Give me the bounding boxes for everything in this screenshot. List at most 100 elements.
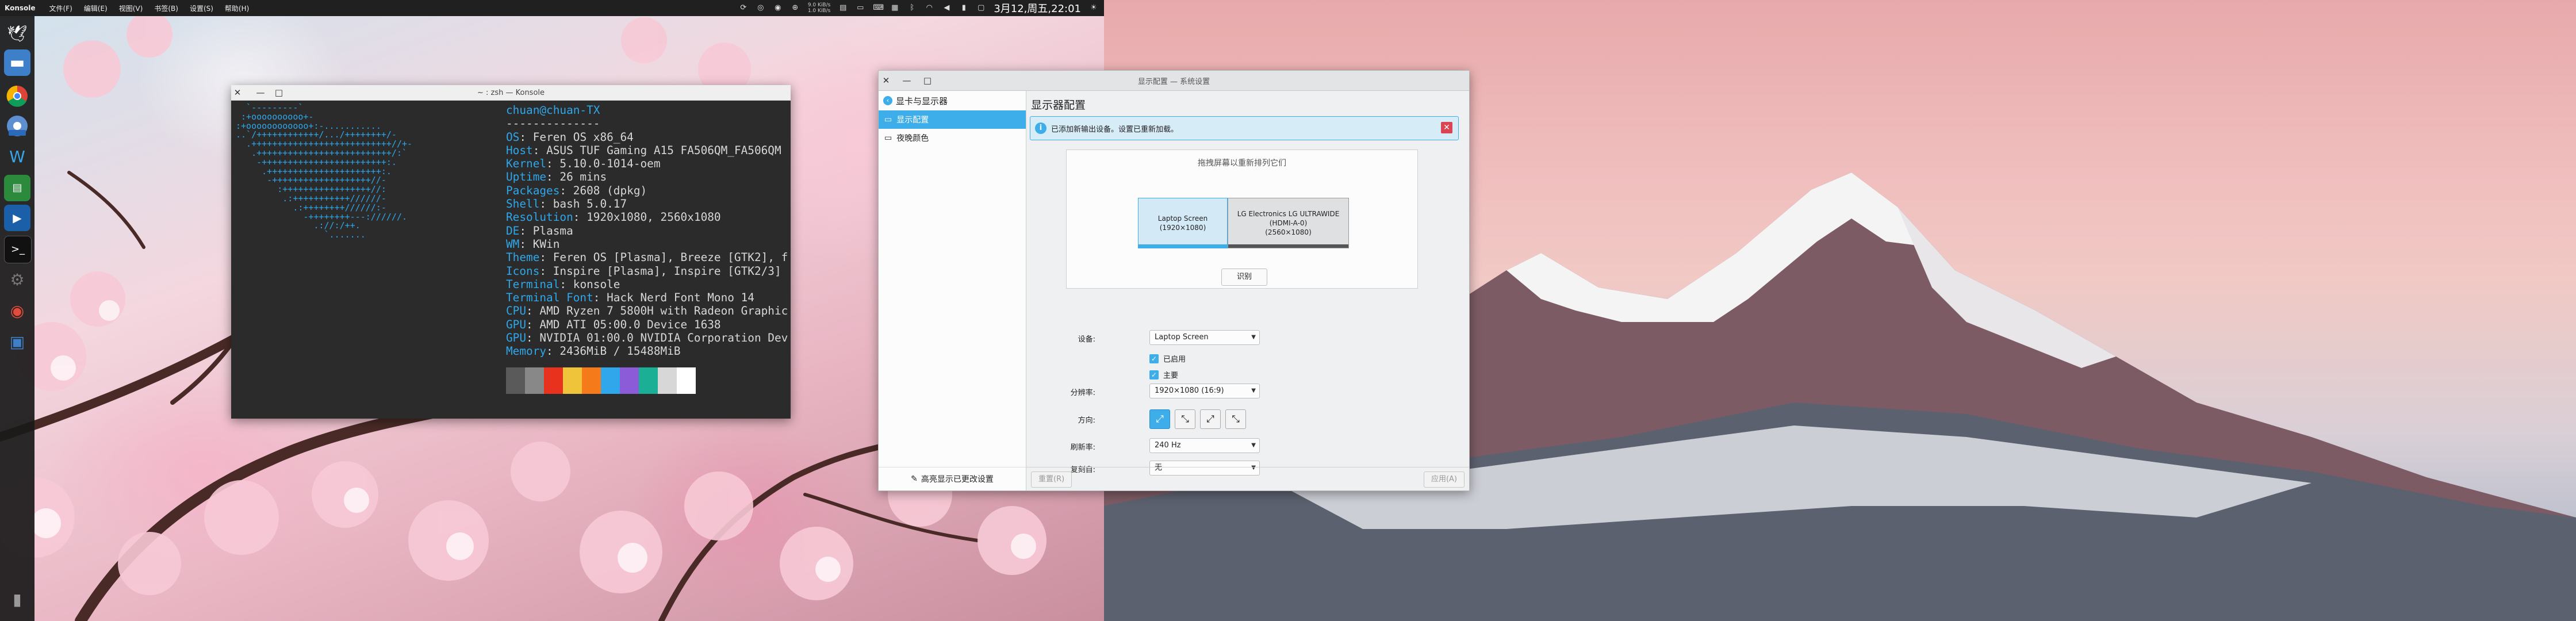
- devices-icon[interactable]: ▦: [890, 3, 899, 13]
- dock-settings[interactable]: ⚙: [4, 267, 30, 293]
- volume-icon[interactable]: ◀: [942, 3, 951, 13]
- banner-close-icon[interactable]: ✕: [1441, 122, 1452, 133]
- settings-footer: 重置(R) 应用(A): [1026, 467, 1469, 490]
- identify-button[interactable]: 识别: [1221, 269, 1267, 286]
- menu-edit[interactable]: 编辑(E): [78, 3, 113, 13]
- dock-konsole[interactable]: 🕊: [4, 21, 30, 47]
- bluetooth-icon[interactable]: ᛒ: [907, 3, 917, 13]
- refresh-combo[interactable]: 240 Hz ▼: [1149, 438, 1260, 453]
- display-icon[interactable]: ▭: [856, 3, 865, 13]
- resolution-combo[interactable]: 1920×1080 (16:9) ▼: [1149, 384, 1260, 398]
- dock-terminal[interactable]: >_: [4, 236, 32, 263]
- close-icon[interactable]: ✕: [231, 86, 244, 99]
- maximize-icon[interactable]: □: [921, 74, 934, 87]
- primary-checkbox[interactable]: ✓: [1149, 370, 1159, 379]
- monitor-selected-bar: [1138, 244, 1227, 248]
- dock-trash[interactable]: ▮: [4, 586, 30, 613]
- info-value: AMD ATI 05:00.0 Device 1638: [539, 317, 721, 331]
- device-combo[interactable]: Laptop Screen ▼: [1149, 330, 1260, 345]
- palette-swatch: [582, 367, 601, 394]
- record-icon[interactable]: ◎: [756, 3, 765, 13]
- info-line: Terminal: konsole: [506, 277, 620, 291]
- info-icon: i: [1035, 122, 1046, 134]
- primary-row[interactable]: ✓ 主要: [1149, 369, 1178, 380]
- device-label: 设备:: [1078, 335, 1095, 344]
- info-value: ASUS TUF Gaming A15 FA506QM_FA506QM: [546, 143, 781, 157]
- info-line: GPU: AMD ATI 05:00.0 Device 1638: [506, 317, 721, 331]
- info-key: Terminal: [506, 277, 560, 291]
- clipboard-icon[interactable]: ▤: [838, 3, 848, 13]
- maximize-icon[interactable]: □: [273, 86, 285, 99]
- menu-help[interactable]: 帮助(H): [219, 3, 255, 13]
- dock-chrome[interactable]: [4, 83, 30, 109]
- monitor-bar: [1228, 244, 1348, 248]
- system-settings-icon: ▣: [9, 332, 25, 351]
- palette-swatch: [506, 367, 525, 394]
- info-key: Resolution: [506, 210, 573, 224]
- orientation-normal-button[interactable]: ⤢: [1149, 409, 1170, 429]
- device-row: 设备: Laptop Screen ▼: [1026, 330, 1429, 345]
- menu-settings[interactable]: 设置(S): [184, 3, 219, 13]
- terminal-area[interactable]: `---------` :+oooooooooo+-:+oooooooooooo…: [231, 100, 791, 419]
- media-icon[interactable]: ◉: [773, 3, 783, 13]
- enabled-row[interactable]: ✓ 已启用: [1149, 353, 1186, 364]
- battery-icon[interactable]: ▮: [959, 3, 968, 13]
- dock: 🕊 ▬ W ▤ ▶ >_ ⚙ ◉ ▣ ▮: [0, 16, 34, 621]
- monitor-lg-ultrawide[interactable]: LG Electronics LG ULTRAWIDE (HDMI-A-0) (…: [1228, 198, 1349, 248]
- info-value: AMD Ryzen 7 5800H with Radeon Graphic: [539, 304, 788, 318]
- update-icon[interactable]: ⊕: [791, 3, 800, 13]
- resolution-value: 1920×1080 (16:9): [1155, 386, 1224, 395]
- back-icon[interactable]: ‹: [883, 96, 892, 105]
- menu-bookmarks[interactable]: 书签(B): [148, 3, 184, 13]
- info-key: GPU: [506, 317, 527, 331]
- wifi-icon[interactable]: ◠: [925, 3, 934, 13]
- arrange-hint: 拖拽屏幕以重新排列它们: [1198, 159, 1286, 168]
- close-icon[interactable]: ✕: [880, 74, 892, 87]
- settings-titlebar[interactable]: ✕ — □ 显示配置 — 系统设置: [879, 71, 1469, 91]
- settings-sidebar: ‹ 显卡与显示器 ▭ 显示配置 ▭ 夜晚颜色 ✎ 高亮显示已更改设置: [879, 91, 1026, 490]
- orientation-left-button[interactable]: ⤡: [1175, 409, 1195, 429]
- enabled-checkbox[interactable]: ✓: [1149, 354, 1159, 363]
- page-title: 显示器配置: [1031, 99, 1086, 112]
- orientation-inverted-button[interactable]: ⤢: [1200, 409, 1221, 429]
- nav-night-color[interactable]: ▭ 夜晚颜色: [879, 129, 1026, 147]
- reset-button[interactable]: 重置(R): [1031, 471, 1072, 488]
- weather-icon[interactable]: ☀: [1089, 3, 1098, 13]
- highlight-changes-label: 高亮显示已更改设置: [921, 475, 994, 484]
- palette-swatch: [601, 367, 620, 394]
- keyboard-icon[interactable]: ⌨: [873, 3, 884, 13]
- dock-file-manager[interactable]: ▬: [4, 49, 30, 76]
- monitor-icon: ▭: [884, 115, 892, 124]
- info-line: chuan@chuan-TX: [506, 103, 788, 117]
- notifications-icon[interactable]: ▢: [976, 3, 986, 13]
- rotate-right-icon: ⤡: [1232, 413, 1240, 425]
- apply-button[interactable]: 应用(A): [1423, 471, 1465, 488]
- minimize-icon[interactable]: —: [254, 86, 267, 99]
- dock-vscode[interactable]: W: [4, 144, 30, 170]
- info-line: Kernel: 5.10.0-1014-oem: [506, 157, 661, 171]
- dock-system-settings[interactable]: ▣: [4, 329, 30, 355]
- sync-icon[interactable]: ⟳: [739, 3, 748, 13]
- menu-view[interactable]: 视图(V): [113, 3, 149, 13]
- info-key: CPU: [506, 304, 527, 318]
- color-palette: [506, 367, 696, 394]
- dock-software-center[interactable]: ◉: [4, 298, 30, 324]
- info-value: NVIDIA 01:00.0 NVIDIA Corporation Dev: [539, 331, 788, 345]
- info-value: Feren OS [Plasma], Breeze [GTK2], f: [553, 251, 788, 264]
- nav-label: 夜晚颜色: [896, 134, 929, 143]
- info-value: Inspire [Plasma], Inspire [GTK2/3]: [553, 264, 781, 278]
- info-line: Host: ASUS TUF Gaming A15 FA506QM_FA506Q…: [506, 143, 781, 157]
- rotate-normal-icon: ⤢: [1156, 413, 1164, 425]
- breadcrumb[interactable]: ‹ 显卡与显示器: [879, 91, 1026, 110]
- menu-file[interactable]: 文件(F): [44, 3, 78, 13]
- monitor-laptop[interactable]: Laptop Screen (1920×1080): [1138, 198, 1228, 248]
- dock-chrome-dev[interactable]: [4, 113, 30, 139]
- dock-tasks[interactable]: ▶: [4, 205, 30, 231]
- clock[interactable]: 3月12,周五,22:01: [994, 1, 1081, 16]
- nav-display-config[interactable]: ▭ 显示配置: [879, 110, 1026, 129]
- orientation-right-button[interactable]: ⤡: [1225, 409, 1246, 429]
- minimize-icon[interactable]: —: [900, 74, 913, 87]
- konsole-titlebar[interactable]: ✕ — □ ~ : zsh — Konsole: [231, 85, 791, 101]
- highlight-changes-button[interactable]: ✎ 高亮显示已更改设置: [879, 467, 1026, 490]
- dock-terminal-green[interactable]: ▤: [4, 175, 30, 201]
